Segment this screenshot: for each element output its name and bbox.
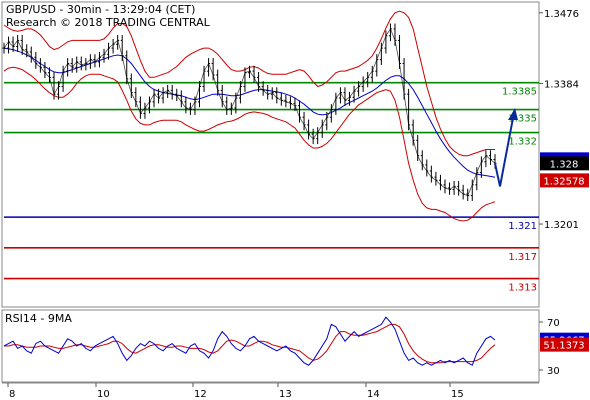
price-axis-label: 1.3201: [544, 220, 579, 231]
time-axis-label: 14: [367, 389, 380, 400]
price-tags: 1.328521.3281.32578: [540, 152, 589, 188]
rsi-ma-tag-label: 51.1373: [543, 341, 584, 352]
resistance-1-label: 1.332: [508, 137, 537, 148]
chart-title: GBP/USD - 30min - 13:29:04 (CET): [6, 3, 195, 16]
time-axis-label: 12: [194, 389, 207, 400]
rsi-axis-label: 30: [547, 366, 560, 377]
current-price-tag-label: 1.328: [550, 159, 579, 170]
price-axis-label: 1.3384: [544, 79, 579, 90]
chart-stage: 1.3385 1.335 1.332 1.321 1.317 1.313 1.3476 1.…: [0, 0, 590, 400]
support-2-label: 1.317: [508, 252, 537, 263]
rsi-panel: [1, 309, 540, 383]
time-axis-label: 15: [451, 389, 464, 400]
resistance-3-label: 1.3385: [502, 87, 537, 98]
rsi-panel-frame: [1, 309, 540, 383]
price-axis-label: 1.3476: [544, 9, 579, 20]
time-axis-label: 8: [9, 389, 15, 400]
time-axis-label: 13: [279, 389, 292, 400]
lower-band-tag-label: 1.32578: [543, 176, 584, 187]
support-1-label: 1.321: [508, 221, 537, 232]
time-axis: 8 10 12 13 14 15: [2, 382, 539, 400]
chart-copyright: Research © 2018 TRADING CENTRAL: [6, 16, 211, 29]
rsi-axis-label: 70: [547, 318, 560, 329]
time-axis-label: 10: [97, 389, 110, 400]
price-axis: 1.3476 1.3384 1.3201: [539, 9, 579, 231]
rsi-axis: 703055.266751.1373: [539, 318, 589, 377]
support-3-label: 1.313: [508, 283, 537, 294]
rsi-label: RSI14 - 9MA: [5, 312, 72, 325]
forex-chart: 1.33851.3351.3321.3211.3171.313 1.34761.…: [1, 1, 589, 400]
